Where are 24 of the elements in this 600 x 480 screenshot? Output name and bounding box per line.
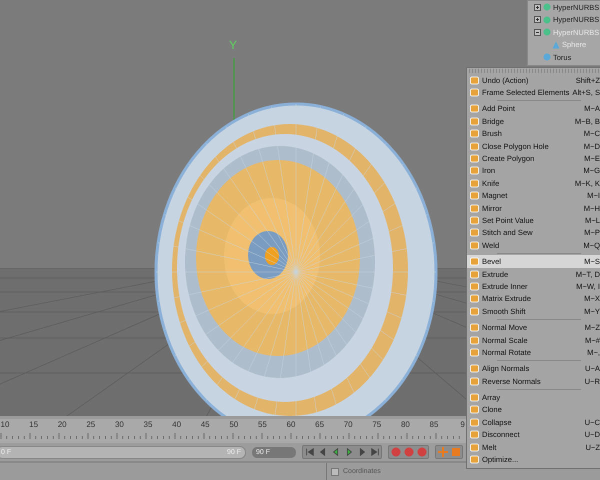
collapse-icon[interactable] bbox=[534, 28, 541, 36]
frame-number: 65 bbox=[315, 420, 324, 429]
frame-number: 25 bbox=[86, 420, 96, 429]
frame-number: 70 bbox=[344, 420, 353, 429]
object-icon bbox=[543, 53, 551, 62]
frame-number: 10 bbox=[0, 420, 10, 429]
frame-number: 60 bbox=[286, 420, 296, 429]
frame-number: 20 bbox=[58, 420, 67, 429]
frame-number: 85 bbox=[430, 420, 438, 429]
frame-number: 75 bbox=[372, 420, 382, 429]
frame-number: 40 bbox=[172, 420, 182, 429]
frame-number: 15 bbox=[29, 420, 38, 429]
checkbox[interactable] bbox=[331, 468, 339, 476]
axis-label: Y bbox=[229, 38, 238, 52]
triangle-icon bbox=[552, 40, 560, 49]
frame-number: 35 bbox=[144, 420, 152, 429]
frame-number: 50 bbox=[229, 420, 238, 429]
expand-icon[interactable] bbox=[534, 16, 541, 24]
frame-number: 45 bbox=[200, 420, 210, 429]
frame-number: 80 bbox=[400, 420, 410, 429]
frame-number: 55 bbox=[258, 420, 267, 429]
frame-number: 9 bbox=[460, 420, 465, 429]
frame-number: 30 bbox=[114, 420, 124, 429]
expand-icon[interactable] bbox=[534, 4, 541, 11]
